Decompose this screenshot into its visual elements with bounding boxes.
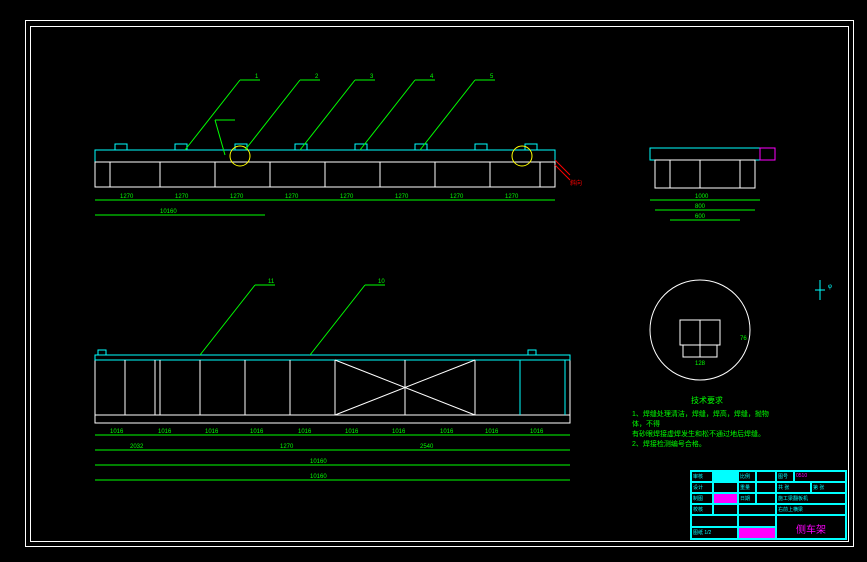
title-block: 审核 比例 图号 0510 设计 重量 共 张 第 张 制图 日期 校核 施工梁…: [690, 470, 847, 540]
tb-r5c2: [738, 515, 776, 527]
tb-r1c4: [756, 471, 776, 482]
tb-r3c1: 制图: [691, 493, 713, 504]
tb-r5c1: [691, 515, 738, 527]
tech-line1: 1、焊缝处理清洁，焊缝，焊高，焊缝，抛物体，不得: [632, 409, 782, 429]
tb-r4c1: 校核: [691, 504, 713, 515]
callout-5: 5: [490, 74, 494, 80]
tb-r2c2: [713, 482, 738, 493]
tb-r3c2: [713, 493, 738, 504]
svg-text:1016: 1016: [485, 429, 499, 435]
svg-text:斜向: 斜向: [570, 179, 582, 187]
svg-text:1016: 1016: [440, 429, 454, 435]
svg-text:10: 10: [378, 279, 385, 285]
svg-text:800: 800: [695, 204, 706, 210]
svg-text:600: 600: [695, 214, 706, 220]
svg-text:1270: 1270: [285, 194, 299, 200]
dim-total: 10160: [160, 209, 177, 215]
svg-text:1270: 1270: [280, 444, 294, 450]
callout-1: 1: [255, 74, 259, 80]
callout-3: 3: [370, 74, 374, 80]
tb-scale: 图纸 1/2: [691, 527, 738, 539]
detail-view: 76 128: [650, 280, 750, 380]
svg-text:1016: 1016: [298, 429, 312, 435]
svg-text:128: 128: [695, 361, 706, 367]
svg-text:1270: 1270: [230, 194, 244, 200]
tb-main-title: 侧车架: [776, 515, 846, 539]
tb-r1c6: 0510: [794, 471, 846, 482]
svg-text:76: 76: [740, 336, 747, 342]
tb-r2c5: 共 张: [776, 482, 811, 493]
svg-text:11: 11: [268, 279, 275, 285]
svg-text:10160: 10160: [310, 474, 327, 480]
svg-text:2032: 2032: [130, 444, 144, 450]
callout-2: 2: [315, 74, 319, 80]
tech-requirements: 技术要求 1、焊缝处理清洁，焊缝，焊高，焊缝，抛物体，不得 有砂眼焊接虚焊发生和…: [632, 395, 782, 449]
tb-r1c1: 审核: [691, 471, 713, 482]
svg-text:1016: 1016: [250, 429, 264, 435]
svg-text:1270: 1270: [120, 194, 134, 200]
svg-text:1270: 1270: [175, 194, 189, 200]
top-view: 1 2 3 4 5 斜向 1270 1270 1270 1270 1270 12…: [95, 74, 582, 215]
tb-proj2: 右前上横梁: [776, 504, 846, 515]
tech-line3: 2、焊接检测编号合格。: [632, 439, 782, 449]
tb-r3c4: [756, 493, 776, 504]
tb-r1c5: 图号: [776, 471, 794, 482]
svg-text:1016: 1016: [345, 429, 359, 435]
tb-r3c3: 日期: [738, 493, 756, 504]
tech-title: 技术要求: [632, 395, 782, 406]
callout-4: 4: [430, 74, 434, 80]
tb-r2c3: 重量: [738, 482, 756, 493]
tb-r2c1: 设计: [691, 482, 713, 493]
svg-text:1000: 1000: [695, 194, 709, 200]
tb-r6c2: [738, 527, 776, 539]
svg-text:1270: 1270: [505, 194, 519, 200]
svg-text:1016: 1016: [158, 429, 172, 435]
svg-text:1016: 1016: [392, 429, 406, 435]
svg-text:φ: φ: [828, 284, 832, 290]
tb-r4c2: [713, 504, 738, 515]
tb-r2c6: 第 张: [811, 482, 846, 493]
svg-text:1270: 1270: [395, 194, 409, 200]
tb-r4c3: [738, 504, 776, 515]
svg-text:1270: 1270: [450, 194, 464, 200]
tb-r2c4: [756, 482, 776, 493]
svg-text:10160: 10160: [310, 459, 327, 465]
north-arrow-icon: φ: [815, 280, 832, 300]
tb-r1c3: 比例: [738, 471, 756, 482]
svg-text:1016: 1016: [205, 429, 219, 435]
svg-text:2540: 2540: [420, 444, 434, 450]
right-section-view: 1000 800 600: [650, 148, 775, 220]
svg-text:1016: 1016: [530, 429, 544, 435]
tech-line2: 有砂眼焊接虚焊发生和松不通过地后焊缝。: [632, 429, 782, 439]
tb-proj1: 施工梁翻板机: [776, 493, 846, 504]
cad-drawing-frame: 1 2 3 4 5 斜向 1270 1270 1270 1270 1270 12…: [0, 0, 867, 562]
svg-text:1270: 1270: [340, 194, 354, 200]
svg-text:1016: 1016: [110, 429, 124, 435]
side-view: 11 10 1016 1016 1016 1016 1016 1016 1016…: [95, 279, 570, 480]
tb-r1c2: [713, 471, 738, 482]
